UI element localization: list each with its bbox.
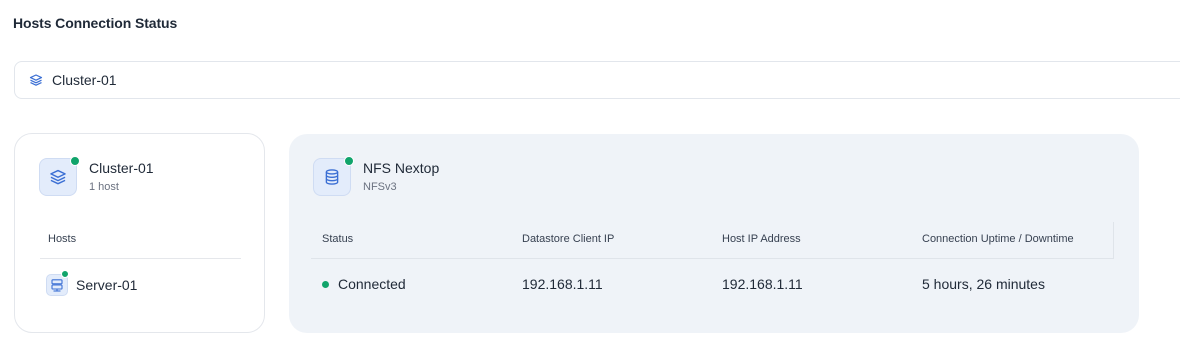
hosts-header: Hosts [48, 233, 77, 245]
uptime-cell: 5 hours, 26 minutes [922, 276, 1045, 292]
column-header-uptime: Connection Uptime / Downtime [922, 233, 1074, 245]
host-icon-box [46, 270, 69, 296]
cluster-host-count: 1 host [89, 181, 119, 193]
layers-icon [29, 73, 43, 87]
page-title: Hosts Connection Status [13, 15, 178, 31]
table-header-row: Status Datastore Client IP Host IP Addre… [311, 222, 1114, 259]
status-cell: Connected [322, 276, 406, 292]
host-status-indicator [61, 270, 69, 278]
datastore-name: NFS Nextop [363, 160, 440, 176]
datastore-protocol: NFSv3 [363, 181, 397, 193]
datastore-card: NFS Nextop NFSv3 Status Datastore Client… [289, 134, 1139, 333]
column-resize-handle[interactable] [1113, 222, 1114, 258]
column-header-datastore-client-ip: Datastore Client IP [522, 233, 615, 245]
hosts-divider [40, 258, 241, 259]
cluster-selector-value: Cluster-01 [52, 72, 117, 88]
host-ip-cell: 192.168.1.11 [722, 276, 803, 292]
table-row: Connected 192.168.1.11 192.168.1.11 5 ho… [311, 259, 1114, 311]
server-icon [50, 278, 64, 292]
cluster-card: Cluster-01 1 host Hosts Server-01 [14, 133, 265, 333]
column-header-status: Status [322, 233, 354, 245]
database-icon [323, 168, 341, 186]
cluster-name: Cluster-01 [89, 160, 154, 176]
host-item[interactable]: Server-01 [46, 270, 138, 297]
cluster-status-indicator [70, 156, 80, 166]
column-header-host-ip: Host IP Address [722, 233, 801, 245]
datastore-status-indicator [344, 156, 354, 166]
host-name: Server-01 [76, 277, 138, 293]
datastore-client-ip-cell: 192.168.1.11 [522, 276, 603, 292]
cluster-selector[interactable]: Cluster-01 [14, 61, 1180, 99]
layers-icon [49, 168, 67, 186]
connected-status-dot [322, 280, 329, 288]
status-text: Connected [338, 276, 406, 292]
connection-table: Status Datastore Client IP Host IP Addre… [311, 222, 1114, 311]
